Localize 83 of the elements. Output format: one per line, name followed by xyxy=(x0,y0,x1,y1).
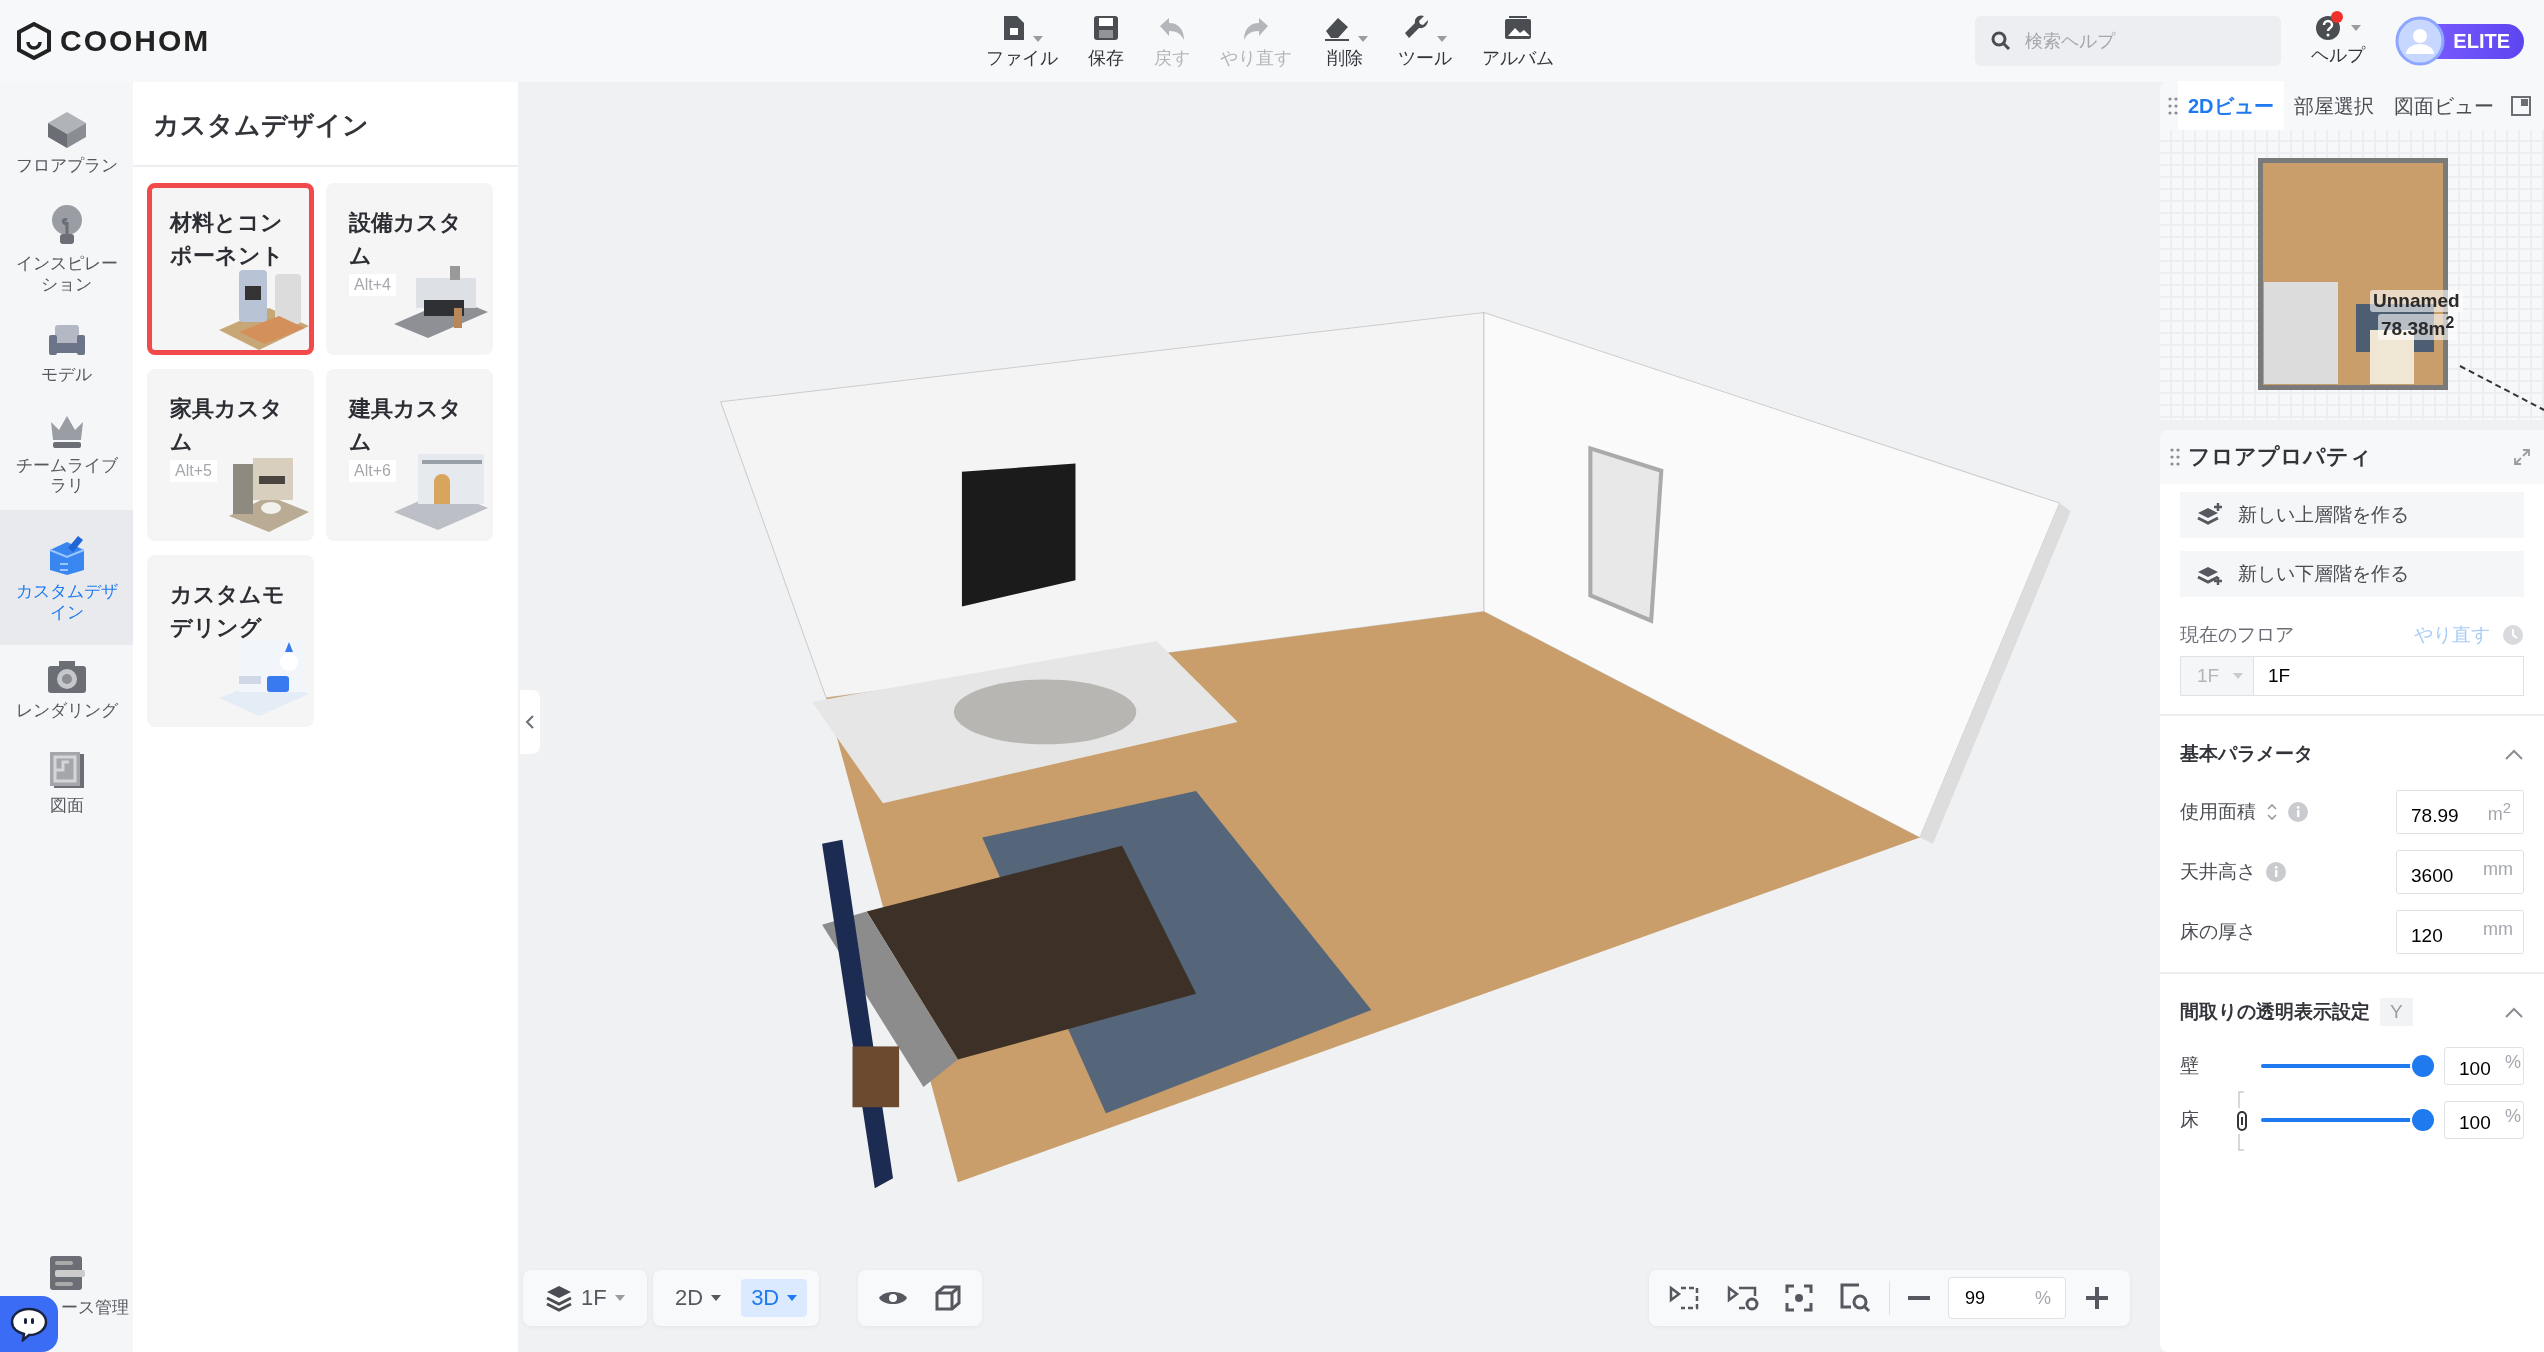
field-label: 天井高さ xyxy=(2180,860,2256,884)
drag-handle-icon[interactable] xyxy=(2168,96,2178,116)
section-title: 基本パラメータ xyxy=(2180,742,2313,766)
expand-icon[interactable] xyxy=(2514,449,2530,465)
number-field[interactable]: 120 mm xyxy=(2396,910,2524,954)
panel-list-icon xyxy=(47,1253,86,1292)
shortcut-label: Y xyxy=(2380,998,2413,1026)
document-icon xyxy=(1001,14,1027,42)
sidebar-item[interactable]: レンダリング xyxy=(0,645,133,736)
percent-field[interactable]: 100 % xyxy=(2444,1101,2524,1139)
cube-icon xyxy=(45,110,88,150)
category-card[interactable]: 家具カスタム Alt+5 xyxy=(147,369,314,541)
field-label: 現在のフロア xyxy=(2180,623,2294,647)
caret-icon xyxy=(1358,36,1368,42)
dock-icon[interactable] xyxy=(2509,95,2532,117)
view-tab[interactable]: 部屋選択 xyxy=(2283,80,2384,132)
field-label: 使用面積 xyxy=(2180,800,2256,824)
card-title: 建具カスタム xyxy=(349,395,463,456)
info-icon xyxy=(2266,862,2286,882)
link-icon[interactable] xyxy=(2236,1090,2250,1152)
search-input[interactable]: 検索ヘルプ xyxy=(2023,29,2248,53)
category-card[interactable]: 建具カスタム Alt+6 xyxy=(326,369,493,541)
view-tab[interactable]: 2Dビュー xyxy=(2178,80,2284,132)
caret-icon xyxy=(2233,673,2243,679)
logo-text: COOHOM xyxy=(60,24,211,58)
category-card[interactable]: カスタムモデリング xyxy=(147,555,314,727)
question-icon xyxy=(2315,15,2342,41)
floor-plan-icon xyxy=(47,749,86,790)
image-icon xyxy=(1503,16,1533,42)
search-field[interactable]: 検索ヘルプ xyxy=(1975,16,2282,66)
slider-thumb[interactable] xyxy=(2412,1109,2434,1131)
redo-icon xyxy=(1241,16,1271,42)
sidebar-item[interactable]: 図面 xyxy=(0,735,133,830)
number-field[interactable]: 78.99 m$^{2}$ xyxy=(2396,790,2524,834)
info-icon xyxy=(2288,802,2308,822)
slider-label: 壁 xyxy=(2180,1054,2200,1078)
sidebar-item[interactable]: インスピレーション xyxy=(0,190,133,310)
create-floor-button[interactable]: 新しい上層階を作る xyxy=(2180,492,2524,538)
speech-bubble-icon xyxy=(9,1306,49,1342)
sidebar-item[interactable]: カスタムデザイン xyxy=(0,510,133,646)
create-floor-button[interactable]: 新しい下層階を作る xyxy=(2180,551,2524,597)
slider-thumb[interactable] xyxy=(2412,1055,2434,1077)
shortcut-label: Alt+5 xyxy=(170,460,217,482)
clock-icon xyxy=(2502,624,2524,646)
category-card[interactable]: 材料とコンポーネント xyxy=(147,183,314,355)
card-title: 設備カスタム xyxy=(349,209,463,270)
chevron-up-icon[interactable] xyxy=(2504,1006,2524,1018)
card-title: カスタムモデリング xyxy=(170,581,286,642)
toolbar-button[interactable]: ファイル xyxy=(978,6,1066,76)
card-title: 家具カスタム xyxy=(170,395,284,456)
shortcut-label: Alt+6 xyxy=(349,460,396,482)
sidebar-item[interactable]: モデル xyxy=(0,309,133,400)
camera-icon xyxy=(45,659,88,696)
room-area: 78.38m$^{2}$ xyxy=(2378,314,2458,341)
shortcut-label: Alt+4 xyxy=(349,274,396,296)
room-name: Unnamed xyxy=(2370,290,2463,312)
section-title: 間取りの透明表示設定 xyxy=(2180,1000,2370,1024)
caret-icon xyxy=(2351,25,2362,31)
toolbar-button[interactable]: ツール xyxy=(1390,6,1460,76)
toolbar-button[interactable]: 削除 xyxy=(1314,6,1376,76)
slider-label: 床 xyxy=(2180,1108,2200,1132)
undo-icon xyxy=(1157,16,1187,42)
number-field[interactable]: 3600 mm xyxy=(2396,850,2524,894)
toolbar-button[interactable]: アルバム xyxy=(1474,6,1562,76)
toolbar-button[interactable]: 保存 xyxy=(1080,6,1132,76)
avatar-icon[interactable] xyxy=(2395,16,2446,66)
sort-icon[interactable] xyxy=(2266,802,2278,822)
view-tab[interactable]: 図面ビュー xyxy=(2383,80,2504,132)
drag-handle-icon[interactable] xyxy=(2170,447,2180,467)
chat-button[interactable] xyxy=(0,1296,58,1352)
panel-title: フロアプロパティ xyxy=(2188,443,2373,471)
caret-icon xyxy=(1437,36,1447,42)
chevron-up-icon[interactable] xyxy=(2504,748,2524,760)
card-title: 材料とコンポーネント xyxy=(170,209,285,270)
logo-icon xyxy=(16,22,52,60)
help-button[interactable]: ヘルプ xyxy=(2305,11,2372,71)
search-icon xyxy=(1991,31,2012,51)
sidebar-item[interactable]: フロアプラン xyxy=(0,96,133,191)
percent-field[interactable]: 100 % xyxy=(2444,1047,2524,1085)
sidebar-item[interactable]: チームライブラリ xyxy=(0,399,133,511)
caret-icon xyxy=(1033,36,1043,42)
field-label: 床の厚さ xyxy=(2180,920,2256,944)
category-card[interactable]: 設備カスタム Alt+4 xyxy=(326,183,493,355)
